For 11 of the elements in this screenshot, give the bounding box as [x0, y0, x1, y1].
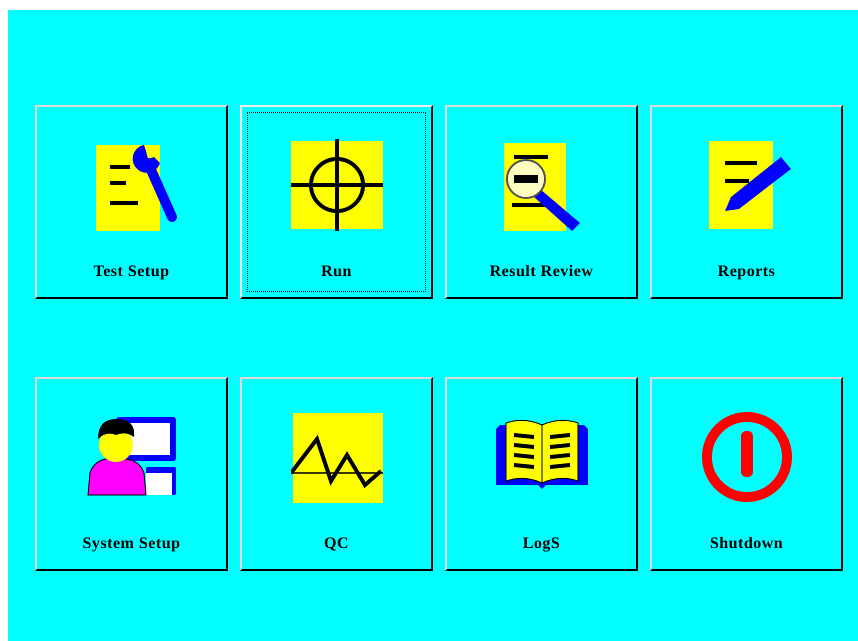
line-chart-icon [290, 411, 382, 503]
menu-tile[interactable]: QC [240, 377, 433, 571]
menu-tile[interactable]: System Setup [35, 377, 228, 571]
menu-tile[interactable]: Shutdown [650, 377, 843, 571]
menu-tile[interactable]: Result Review [445, 105, 638, 299]
menu-tile[interactable]: Test Setup [35, 105, 228, 299]
menu-tile[interactable]: LogS [445, 377, 638, 571]
menu-tile[interactable]: Reports [650, 105, 843, 299]
power-icon [700, 411, 792, 503]
menu-tile[interactable]: Run [240, 105, 433, 299]
crosshair-icon [290, 139, 382, 231]
